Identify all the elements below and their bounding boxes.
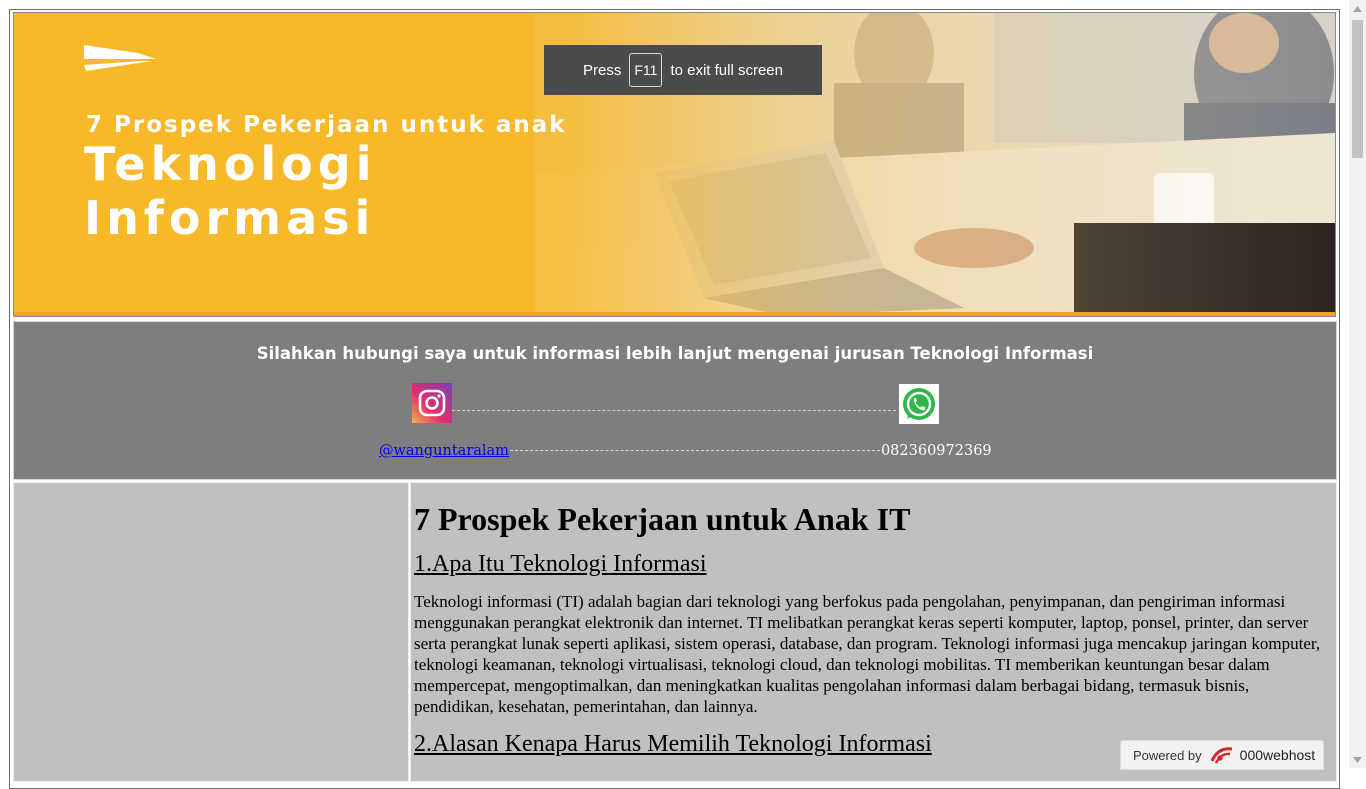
powered-by-badge[interactable]: Powered by 000webhost	[1120, 740, 1324, 770]
section-heading-1: 1.Apa Itu Teknologi Informasi	[414, 551, 707, 577]
contact-heading: Silahkan hubungi saya untuk informasi le…	[256, 344, 1094, 363]
banner-bottom-strip	[14, 312, 1335, 316]
banner-title-line1: Teknologi	[84, 137, 377, 191]
contact-details-row: @wanguntaralam 082360972369	[379, 443, 992, 459]
instagram-icon[interactable]	[412, 383, 452, 423]
banner-subtitle: 7 Prospek Pekerjaan untuk anak	[86, 112, 567, 138]
instagram-link[interactable]: @wanguntaralam	[379, 443, 509, 459]
article-cell: 7 Prospek Pekerjaan untuk Anak IT 1.Apa …	[410, 482, 1337, 782]
contact-section: Silahkan hubungi saya untuk informasi le…	[13, 321, 1337, 480]
banner-title-line2: Informasi	[84, 191, 376, 245]
logo-icon	[84, 45, 156, 71]
scroll-up-arrow-icon[interactable]	[1349, 0, 1366, 17]
f11-key-label: F11	[629, 53, 663, 87]
article: 7 Prospek Pekerjaan untuk Anak IT 1.Apa …	[414, 499, 1329, 759]
fullscreen-exit-toast: Press F11 to exit full screen	[544, 45, 822, 95]
section-paragraph-1: Teknologi informasi (TI) adalah bagian d…	[414, 592, 1321, 716]
scroll-down-arrow-icon[interactable]	[1349, 751, 1366, 768]
webhost-logo-icon	[1210, 747, 1232, 764]
article-title: 7 Prospek Pekerjaan untuk Anak IT	[414, 501, 911, 537]
contact-divider-dots-2	[509, 450, 880, 451]
toast-exit-text: to exit full screen	[670, 61, 783, 79]
scrollbar-thumb[interactable]	[1352, 20, 1363, 158]
whatsapp-icon[interactable]	[899, 384, 939, 424]
toast-press-text: Press	[583, 61, 622, 79]
sidebar-cell	[13, 482, 409, 782]
phone-number: 082360972369	[880, 443, 992, 459]
powered-by-label: Powered by	[1133, 747, 1202, 763]
webhost-label: 000webhost	[1239, 747, 1316, 763]
contact-divider-dots	[452, 410, 896, 411]
vertical-scrollbar[interactable]	[1349, 0, 1366, 768]
